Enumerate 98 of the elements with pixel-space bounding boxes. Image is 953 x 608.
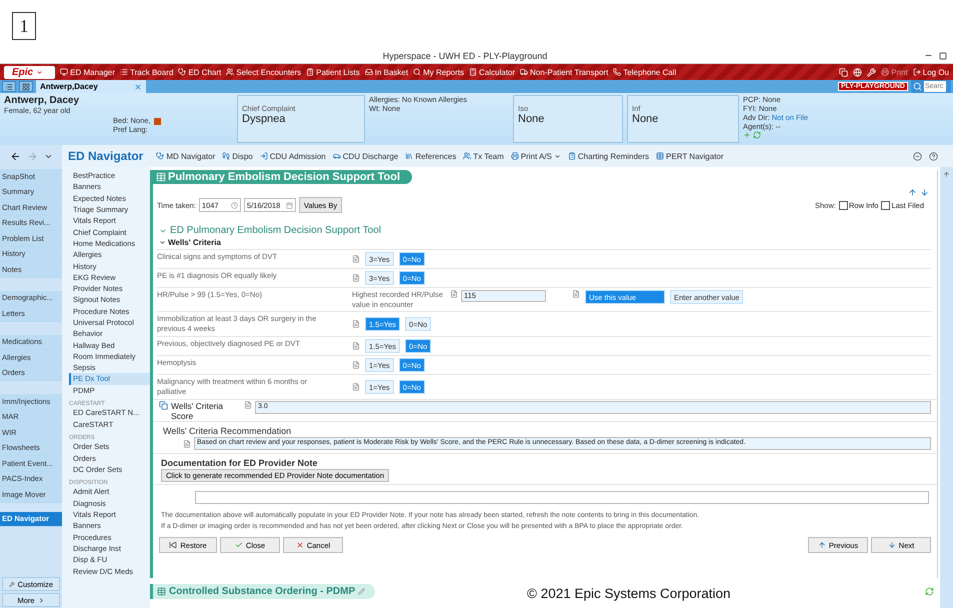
logout-icon: [912, 68, 921, 76]
help-icon: [929, 152, 938, 160]
add-icon: [743, 131, 751, 139]
stethoscope-icon: [156, 152, 164, 160]
login-icon: [260, 152, 268, 160]
close-icon: [296, 541, 304, 549]
monitor-icon: [60, 68, 68, 76]
search-icon: [913, 82, 922, 91]
search-icon: [413, 68, 422, 76]
arrow-up-icon: [818, 541, 826, 549]
caret-icon: [554, 152, 561, 160]
toolbar-button[interactable]: MD Navigator: [156, 152, 216, 160]
toolbar-button[interactable]: Charting Reminders: [568, 152, 650, 160]
activity-title: ED Navigator: [68, 149, 144, 163]
toolbar-button[interactable]: CDU Discharge: [332, 152, 398, 160]
toolbar-button[interactable]: PERT Navigator: [656, 152, 724, 160]
note-field[interactable]: [195, 491, 929, 504]
note-icon: [450, 290, 458, 298]
stethoscope-icon: [178, 68, 186, 76]
table-icon: [157, 586, 166, 596]
caret-icon: [36, 68, 44, 76]
toolbar-button[interactable]: Tx Team: [463, 152, 504, 160]
figure-number: 1: [12, 12, 36, 40]
toolbar-button[interactable]: Log Ou: [912, 68, 949, 76]
toolbar-button[interactable]: Calculator: [469, 68, 516, 76]
table-icon: [656, 152, 664, 160]
section-title: ED Pulmonary Embolism Decision Support Tool: [159, 225, 382, 236]
note-icon: [352, 361, 360, 369]
toolbar-button[interactable]: Select Encounters: [226, 68, 302, 76]
maximize-icon[interactable]: [939, 52, 947, 60]
close-icon: [134, 82, 142, 90]
patient-tab[interactable]: Antwerp,Dacey: [36, 80, 146, 93]
globe-icon: [853, 68, 862, 76]
move-down-icon: [920, 188, 929, 197]
skip-back-icon: [169, 541, 178, 549]
forward-icon: [26, 150, 38, 162]
note-icon: [244, 401, 252, 409]
collapse-icon: [913, 152, 922, 160]
documentation-title: Documentation for ED Provider Note: [161, 458, 318, 468]
table-icon: [156, 172, 166, 182]
clock-icon: [230, 202, 238, 208]
books-icon: [405, 152, 414, 160]
printer-icon: [510, 152, 519, 160]
back-icon: [10, 150, 20, 162]
caret-icon: [38, 596, 45, 604]
grid-view-button[interactable]: [19, 81, 33, 92]
toolbar-button[interactable]: In Basket: [364, 68, 408, 76]
grid-icon: [22, 82, 30, 90]
footprints-icon: [222, 152, 230, 160]
note-icon: [352, 342, 360, 350]
arrow-down-icon: [888, 541, 896, 549]
note-icon: [352, 255, 360, 263]
toolbar-button[interactable]: Dispo: [222, 152, 253, 160]
wrench-icon: [9, 580, 15, 588]
calculator-icon: [469, 68, 478, 76]
phone-icon: [613, 68, 622, 76]
toolbar-button[interactable]: CDU Admission: [260, 152, 326, 160]
clipboard-icon: [568, 152, 576, 160]
toolbar-button[interactable]: Telephone Call: [613, 68, 676, 76]
window-title: Hyperspace - UWH ED - PLY-Playground: [382, 50, 548, 60]
patient-name: Antwerp, Dacey: [4, 95, 80, 106]
list-icon: [5, 82, 13, 90]
refresh-icon: [753, 131, 761, 139]
copyright-text: © 2021 Epic Systems Corporation: [527, 586, 731, 601]
toolbar-button[interactable]: References: [405, 152, 456, 160]
truck-icon: [520, 68, 528, 76]
list-icon: [120, 68, 128, 76]
score-label: Wells' Criteria Score: [171, 401, 224, 421]
list-view-button[interactable]: [2, 81, 16, 92]
note-icon: [352, 383, 360, 391]
inbox-icon: [364, 68, 373, 76]
form-title: Pulmonary Embolism Decision Support Tool: [153, 170, 412, 184]
refresh-icon: [925, 586, 934, 596]
pencil-icon: [358, 588, 366, 594]
note-icon: [183, 440, 191, 448]
calendar-icon: [286, 202, 293, 208]
printer-icon: [881, 68, 890, 76]
note-icon: [572, 290, 580, 298]
check-icon: [234, 541, 243, 549]
toolbar-button[interactable]: Non-Patient Transport: [520, 68, 608, 76]
toolbar-button[interactable]: Print A/S: [510, 152, 561, 160]
note-icon: [352, 274, 360, 282]
toolbar-button[interactable]: My Reports: [413, 68, 464, 76]
wrench-icon: [867, 68, 876, 76]
scroll-up-icon: [943, 171, 950, 178]
epic-logo[interactable]: Epic: [4, 66, 56, 78]
people-icon: [463, 152, 472, 160]
toolbar-button[interactable]: ED Manager: [60, 68, 116, 76]
move-up-icon: [908, 188, 917, 197]
recommendation-title: Wells' Criteria Recommendation: [163, 426, 292, 436]
car-icon: [332, 152, 341, 160]
toolbar-button[interactable]: Track Board: [120, 68, 174, 76]
people-icon: [226, 68, 234, 76]
toolbar-button[interactable]: Patient Lists: [306, 68, 360, 76]
toolbar-button[interactable]: ED Chart: [178, 68, 222, 76]
subsection-title: Wells' Criteria: [159, 238, 221, 247]
note-icon: [352, 320, 360, 328]
clipboard-icon: [306, 68, 314, 76]
